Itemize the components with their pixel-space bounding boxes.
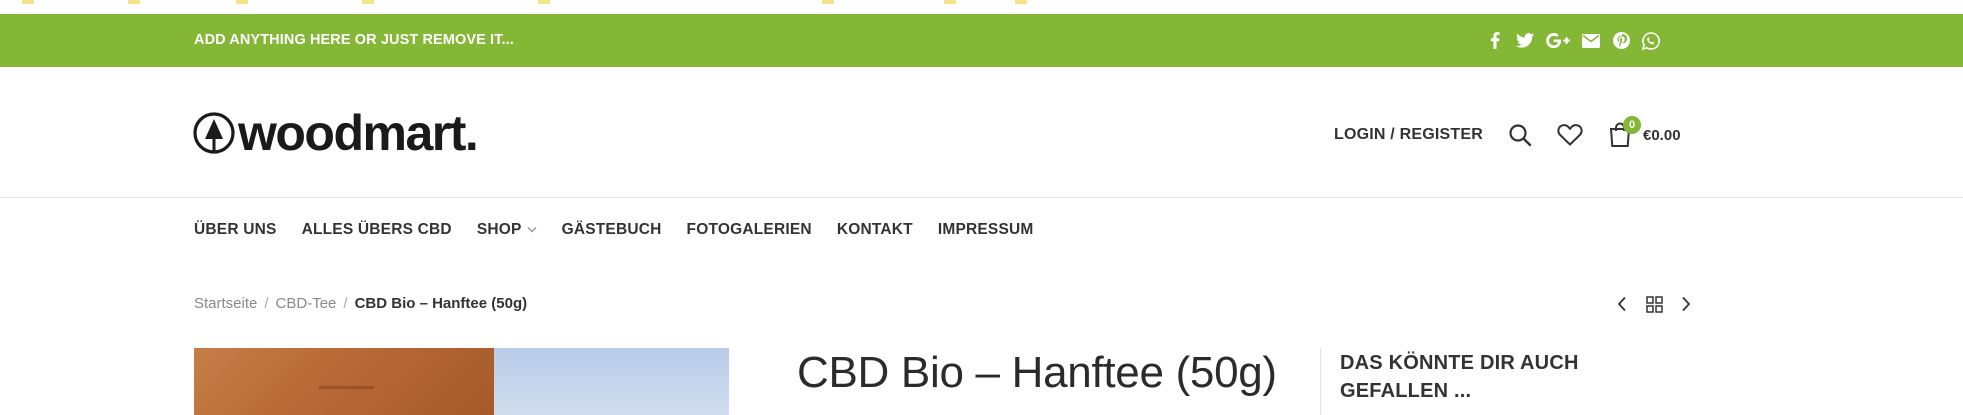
related-products-heading: DAS KÖNNTE DIR AUCH GEFALLEN ... — [1340, 352, 1579, 402]
nav-item-shop[interactable]: SHOP — [477, 221, 537, 239]
product-title: CBD Bio – Hanftee (50g) — [797, 348, 1277, 397]
strip-marker — [944, 0, 956, 4]
nav-item-fotogalerien[interactable]: FOTOGALERIEN — [687, 221, 812, 239]
cart-count-badge: 0 — [1623, 116, 1641, 134]
cart-button[interactable]: 0 — [1607, 116, 1641, 148]
search-icon[interactable] — [1507, 122, 1533, 148]
nav-item-impressum[interactable]: IMPRESSUM — [938, 221, 1034, 239]
breadcrumb-link[interactable]: CBD-Tee — [276, 295, 337, 312]
heart-icon[interactable] — [1557, 122, 1583, 148]
tree-logo-icon — [193, 112, 235, 154]
strip-marker — [538, 0, 550, 4]
social-links — [1485, 14, 1661, 67]
strip-marker — [128, 0, 140, 4]
google-plus-icon[interactable] — [1545, 31, 1571, 51]
strip-marker — [1015, 0, 1027, 4]
top-bar: ADD ANYTHING HERE OR JUST REMOVE IT... — [0, 14, 1963, 67]
breadcrumb-separator: / — [343, 295, 348, 312]
site-logo[interactable]: woodmart. — [193, 105, 479, 161]
nav-item-gaestebuch[interactable]: GÄSTEBUCH — [562, 221, 662, 239]
prev-product-chevron-left-icon[interactable] — [1612, 294, 1632, 314]
twitter-icon[interactable] — [1515, 31, 1535, 51]
cart-total[interactable]: €0.00 — [1643, 127, 1681, 144]
header-actions: LOGIN / REGISTER 0 €0.00 — [1334, 115, 1681, 155]
strip-marker — [822, 0, 834, 4]
product-photo-bag — [194, 348, 494, 415]
promo-text: ADD ANYTHING HERE OR JUST REMOVE IT... — [194, 32, 514, 48]
bag-tear-notch — [319, 386, 374, 389]
breadcrumb-current: CBD Bio – Hanftee (50g) — [354, 295, 528, 312]
nav-item-alles-uebers-cbd[interactable]: ALLES ÜBERS CBD — [302, 221, 452, 239]
strip-marker — [22, 0, 34, 4]
login-register-link[interactable]: LOGIN / REGISTER — [1334, 126, 1483, 144]
sidebar-divider — [1320, 349, 1321, 415]
product-image[interactable] — [194, 348, 729, 415]
facebook-icon[interactable] — [1485, 31, 1505, 51]
admin-toolbar-strip — [0, 0, 1963, 14]
grid-icon[interactable] — [1644, 294, 1664, 314]
nav-item-shop-label: SHOP — [476, 220, 522, 238]
strip-marker — [236, 0, 248, 4]
pinterest-icon[interactable] — [1611, 31, 1631, 51]
chevron-down-icon — [527, 226, 537, 233]
site-header: woodmart. LOGIN / REGISTER 0 €0.00 — [0, 67, 1963, 198]
next-product-chevron-right-icon[interactable] — [1676, 294, 1696, 314]
whatsapp-icon[interactable] — [1641, 31, 1661, 51]
product-navigation — [1612, 294, 1696, 314]
breadcrumb: Startseite / CBD-Tee / CBD Bio – Hanftee… — [194, 295, 527, 312]
breadcrumb-link[interactable]: Startseite — [194, 295, 257, 312]
nav-item-ueber-uns[interactable]: ÜBER UNS — [194, 221, 277, 239]
breadcrumb-separator: / — [264, 295, 269, 312]
email-icon[interactable] — [1581, 31, 1601, 51]
nav-item-kontakt[interactable]: KONTAKT — [837, 221, 913, 239]
strip-marker — [362, 0, 374, 4]
main-navigation: ÜBER UNS ALLES ÜBERS CBD SHOP GÄSTEBUCH … — [194, 198, 1059, 261]
logo-wordmark: woodmart. — [238, 105, 479, 161]
